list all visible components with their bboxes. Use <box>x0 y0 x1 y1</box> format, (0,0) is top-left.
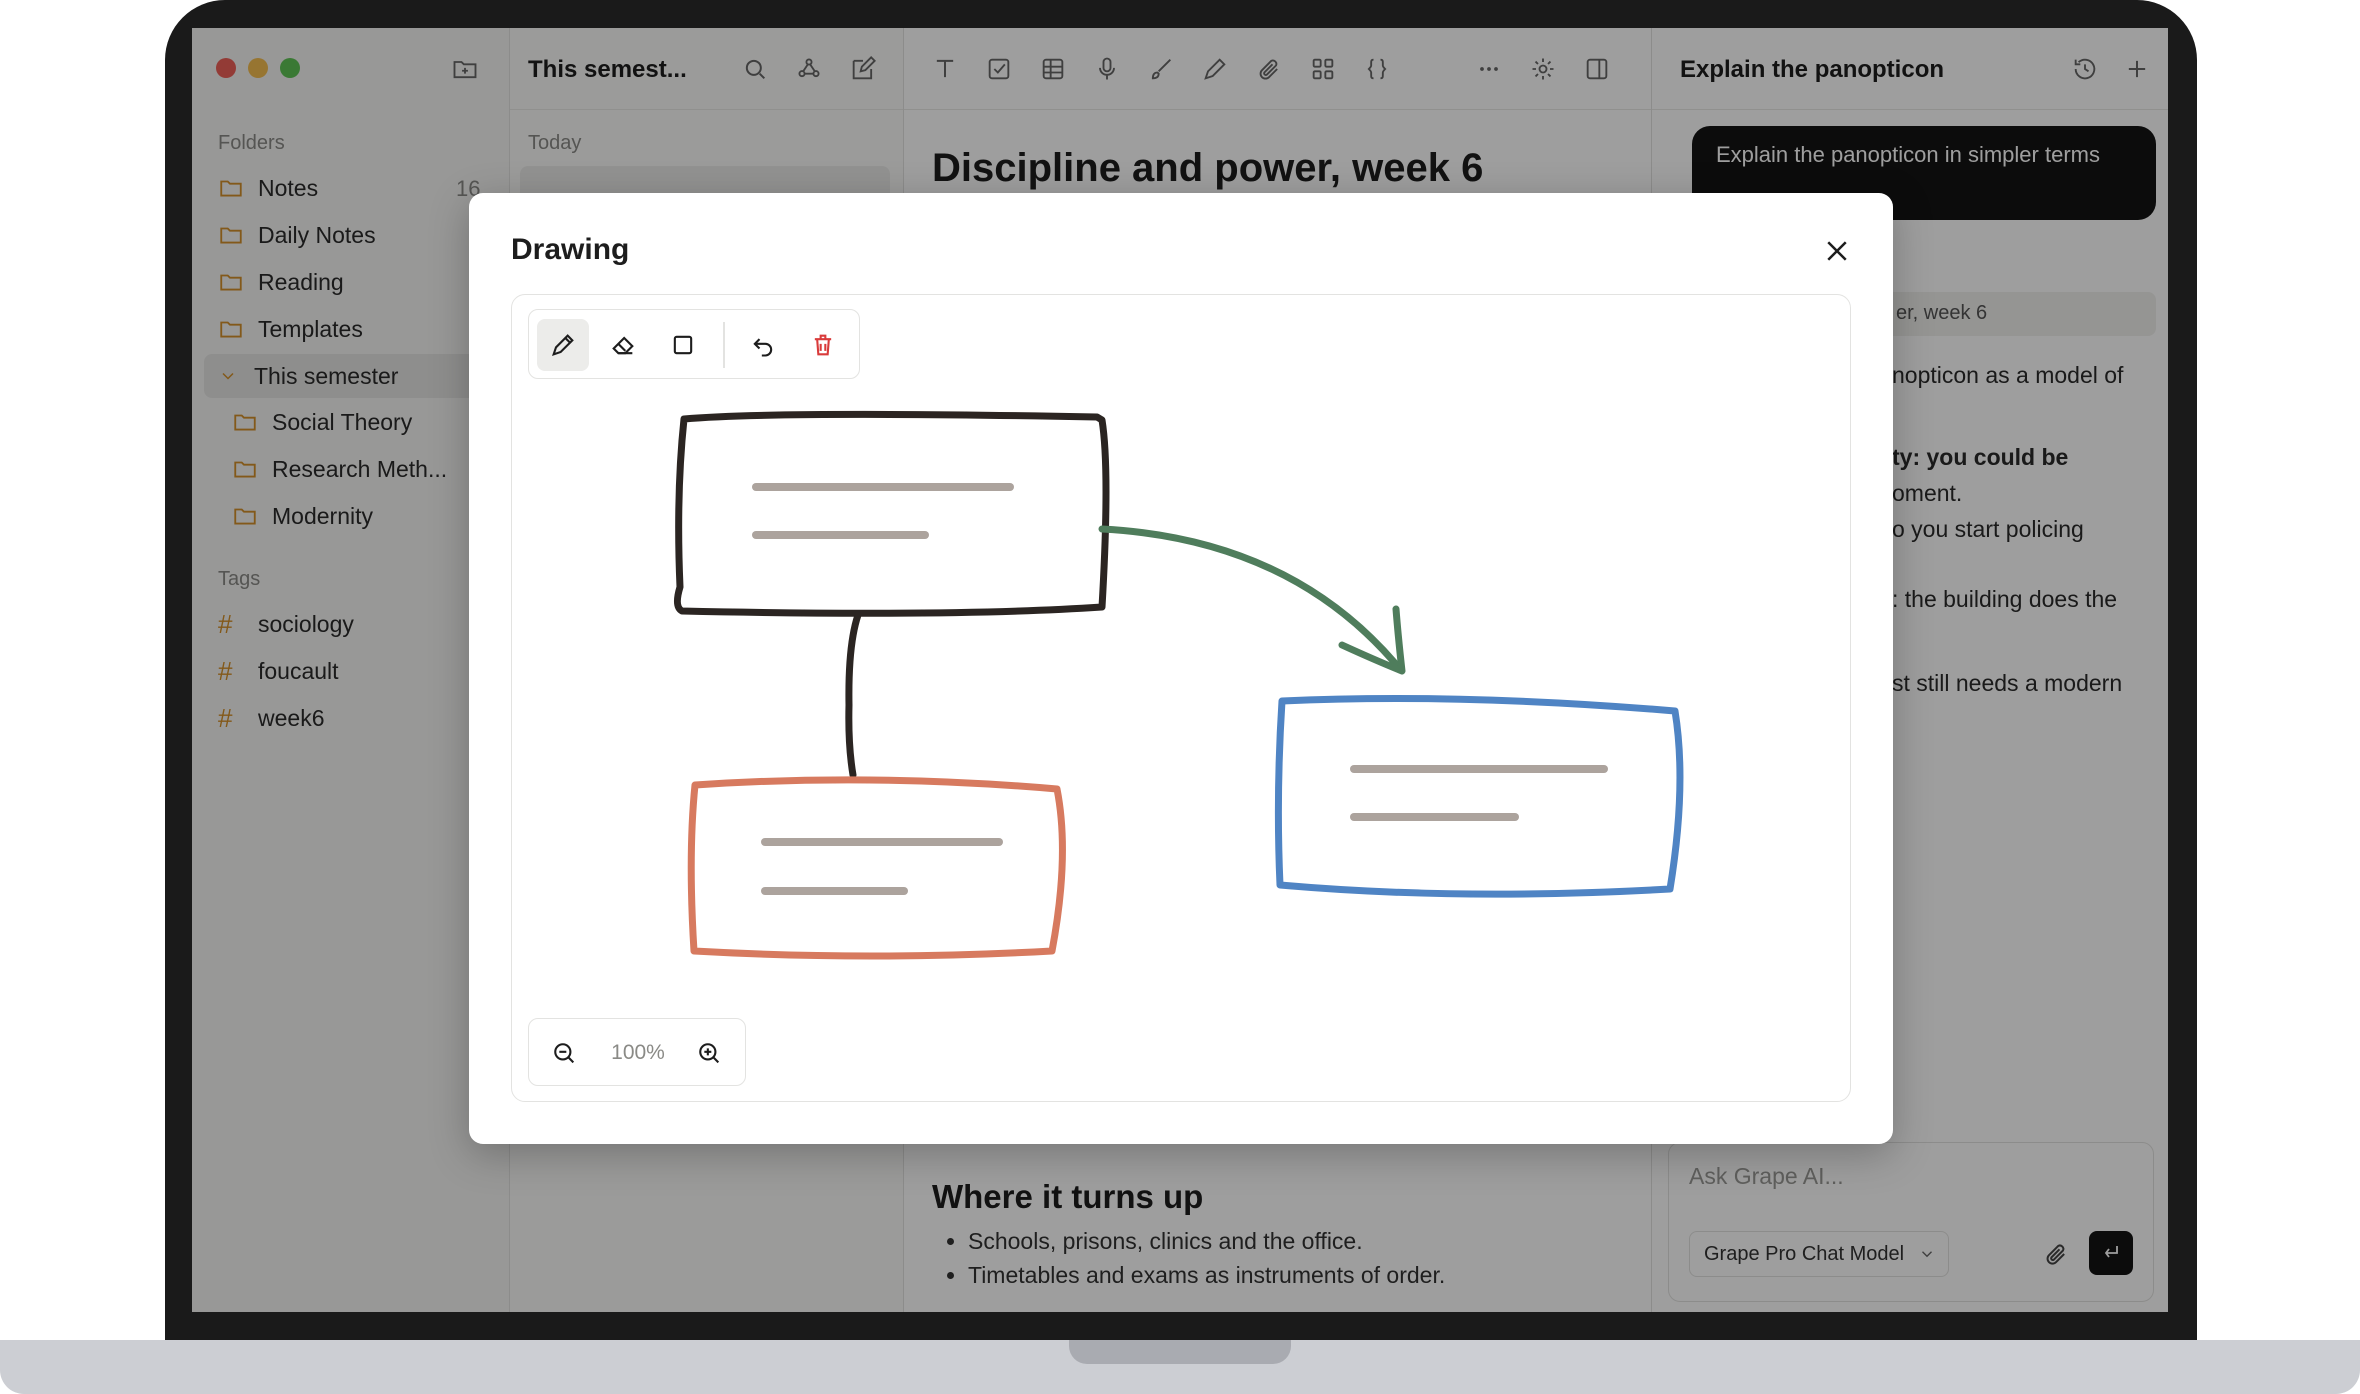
pencil-icon <box>552 334 574 356</box>
app-window: Folders Notes 16 Daily Notes Reading Tem… <box>192 28 2168 1312</box>
zoom-in-icon <box>699 1043 720 1064</box>
rectangle-icon <box>673 335 693 355</box>
close-modal-button[interactable] <box>1815 229 1859 273</box>
clear-drawing-button[interactable] <box>797 319 849 371</box>
eraser-tool-button[interactable] <box>597 319 649 371</box>
drawing-modal: Drawing 100% <box>469 193 1893 1144</box>
zoom-controls: 100% <box>528 1018 746 1086</box>
zoom-out-button[interactable] <box>547 1036 581 1070</box>
pencil-tool-button[interactable] <box>537 319 589 371</box>
eraser-icon <box>612 336 634 355</box>
zoom-in-button[interactable] <box>692 1036 726 1070</box>
sketch-box-black <box>673 410 1110 617</box>
undo-button[interactable] <box>737 319 789 371</box>
drawing-canvas[interactable]: 100% <box>511 294 1851 1102</box>
drawing-svg <box>673 410 1684 960</box>
trash-icon <box>814 334 832 356</box>
modal-title: Drawing <box>511 233 630 266</box>
laptop-notch <box>1069 1340 1291 1364</box>
sketch-connector-black <box>845 611 862 779</box>
undo-icon <box>753 338 773 357</box>
sketch-box-blue <box>1274 695 1684 898</box>
sketch-box-orange <box>687 776 1066 960</box>
zoom-out-icon <box>554 1043 575 1064</box>
rectangle-tool-button[interactable] <box>657 319 709 371</box>
toolbar-divider <box>723 322 725 368</box>
zoom-level: 100% <box>611 1041 665 1064</box>
close-icon <box>1827 241 1847 261</box>
drawing-toolbar <box>528 309 860 379</box>
